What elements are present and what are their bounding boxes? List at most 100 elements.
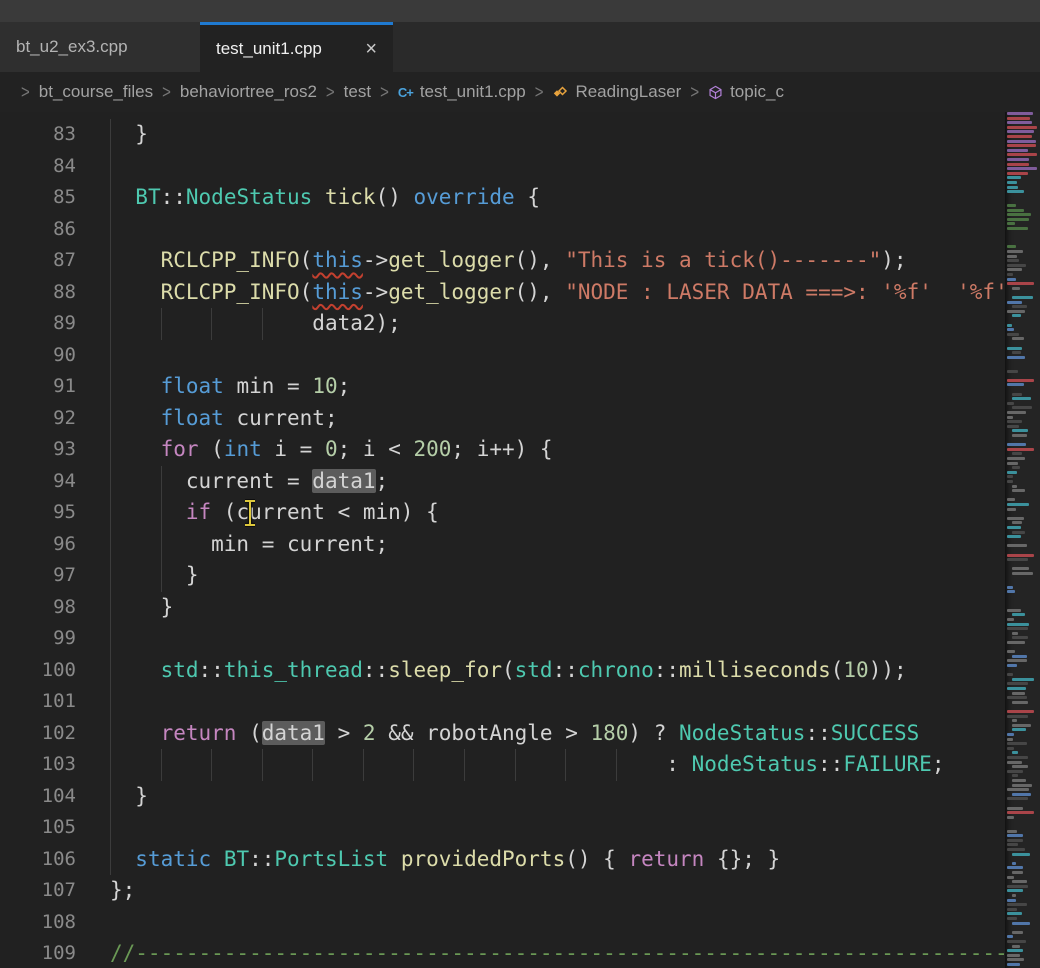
minimap-line [1007, 912, 1022, 915]
minimap-line [1012, 779, 1026, 782]
code-line-89[interactable]: data2); [110, 308, 1005, 340]
minimap-line [1007, 425, 1019, 428]
code-token: get_logger [388, 280, 514, 304]
indent-guide [110, 623, 111, 655]
tab-bt_u2_ex3[interactable]: bt_u2_ex3.cpp [0, 22, 200, 72]
breadcrumb-chevron-icon: > [535, 81, 544, 102]
code-line-91[interactable]: float min = 10; [110, 371, 1005, 403]
code-token: 2 [363, 721, 376, 745]
code-line-94[interactable]: current = data1; [110, 466, 1005, 498]
minimap-line [1007, 797, 1028, 800]
code-line-103[interactable]: : NodeStatus::FAILURE; [110, 749, 1005, 781]
tab-label: bt_u2_ex3.cpp [16, 37, 128, 57]
code-line-104[interactable]: } [110, 781, 1005, 813]
code-token: std [515, 658, 553, 682]
code-token: :: [199, 658, 224, 682]
code-token: NodeStatus [186, 185, 312, 209]
minimap-line [1007, 715, 1028, 718]
code-token: get_logger [388, 248, 514, 272]
code-token: static [135, 847, 211, 871]
code-area[interactable]: } BT::NodeStatus tick() override { RCLCP… [110, 112, 1005, 968]
breadcrumb-item-test_unit1.cpp[interactable]: C+test_unit1.cpp [398, 82, 526, 102]
code-line-88[interactable]: RCLCPP_INFO(this->get_logger(), "NODE : … [110, 277, 1005, 309]
code-token: current; [224, 406, 338, 430]
indent-guide [110, 529, 111, 561]
breadcrumb-label: behaviortree_ros2 [180, 82, 317, 102]
code-token: () { [565, 847, 628, 871]
breadcrumb-item-ReadingLaser[interactable]: ReadingLaser [552, 82, 681, 102]
minimap-line [1007, 659, 1027, 662]
minimap-line [1007, 889, 1023, 892]
code-line-99[interactable] [110, 623, 1005, 655]
code-line-102[interactable]: return (data1 > 2 && robotAngle > 180) ?… [110, 718, 1005, 750]
code-line-83[interactable]: } [110, 119, 1005, 151]
minimap-line [1007, 135, 1032, 138]
code-token: {}; } [704, 847, 780, 871]
code-line-92[interactable]: float current; [110, 403, 1005, 435]
line-number: 109 [0, 938, 110, 968]
code-line-95[interactable]: if (current < min) { [110, 497, 1005, 529]
code-token: min = [224, 374, 313, 398]
code-line-101[interactable] [110, 686, 1005, 718]
line-number: 94 [0, 466, 110, 498]
minimap-line [1007, 255, 1017, 258]
minimap-line [1007, 903, 1027, 906]
code-line-109[interactable]: //--------------------------------------… [110, 938, 1005, 968]
minimap-line [1007, 623, 1029, 626]
minimap-line [1012, 765, 1028, 768]
line-number: 93 [0, 434, 110, 466]
line-number: 97 [0, 560, 110, 592]
indent-guide [161, 529, 162, 561]
code-line-105[interactable] [110, 812, 1005, 844]
minimap-line [1007, 347, 1022, 350]
minimap-line [1012, 613, 1025, 616]
breadcrumb-label: topic_c [730, 82, 784, 102]
code-token: FAILURE [843, 752, 932, 776]
code-token: > [325, 721, 363, 745]
code-line-107[interactable]: }; [110, 875, 1005, 907]
code-line-97[interactable]: } [110, 560, 1005, 592]
code-line-87[interactable]: RCLCPP_INFO(this->get_logger(), "This is… [110, 245, 1005, 277]
code-token: }; [110, 878, 135, 902]
line-number: 92 [0, 403, 110, 435]
code-line-96[interactable]: min = current; [110, 529, 1005, 561]
code-token: :: [553, 658, 578, 682]
minimap-line [1007, 733, 1014, 736]
code-token: current = [110, 469, 312, 493]
minimap-line [1012, 632, 1018, 635]
code-line-84[interactable] [110, 151, 1005, 183]
code-token: if [186, 500, 211, 524]
breadcrumb-item-bt_course_files[interactable]: bt_course_files [39, 82, 153, 102]
indent-guide [110, 371, 111, 403]
minimap-line [1012, 452, 1022, 455]
breadcrumb-item-topic_c[interactable]: topic_c [708, 82, 784, 102]
line-number: 108 [0, 907, 110, 939]
minimap-line [1007, 176, 1021, 179]
line-number: 83 [0, 119, 110, 151]
code-line-106[interactable]: static BT::PortsList providedPorts() { r… [110, 844, 1005, 876]
line-number: 98 [0, 592, 110, 624]
code-line-98[interactable]: } [110, 592, 1005, 624]
code-token: () [376, 185, 401, 209]
indent-guide [110, 340, 111, 372]
minimap-line [1007, 420, 1022, 423]
code-line-93[interactable]: for (int i = 0; i < 200; i++) { [110, 434, 1005, 466]
code-line-86[interactable] [110, 214, 1005, 246]
code-line-100[interactable]: std::this_thread::sleep_for(std::chrono:… [110, 655, 1005, 687]
code-line-108[interactable] [110, 907, 1005, 939]
minimap-line [1007, 471, 1017, 474]
code-token: ( [300, 280, 313, 304]
minimap-line [1007, 558, 1028, 561]
code-line-85[interactable]: BT::NodeStatus tick() override { [110, 182, 1005, 214]
indent-guide [110, 182, 111, 214]
code-token: this_thread [224, 658, 363, 682]
code-line-90[interactable] [110, 340, 1005, 372]
close-icon[interactable]: × [363, 39, 379, 59]
code-token: :: [654, 658, 679, 682]
minimap-line [1012, 894, 1016, 897]
breadcrumb-item-behaviortree_ros2[interactable]: behaviortree_ros2 [180, 82, 317, 102]
breadcrumb-item-test[interactable]: test [344, 82, 371, 102]
breadcrumb-label: test_unit1.cpp [420, 82, 526, 102]
tab-test_unit1[interactable]: test_unit1.cpp × [200, 22, 393, 72]
minimap[interactable] [1005, 112, 1040, 968]
